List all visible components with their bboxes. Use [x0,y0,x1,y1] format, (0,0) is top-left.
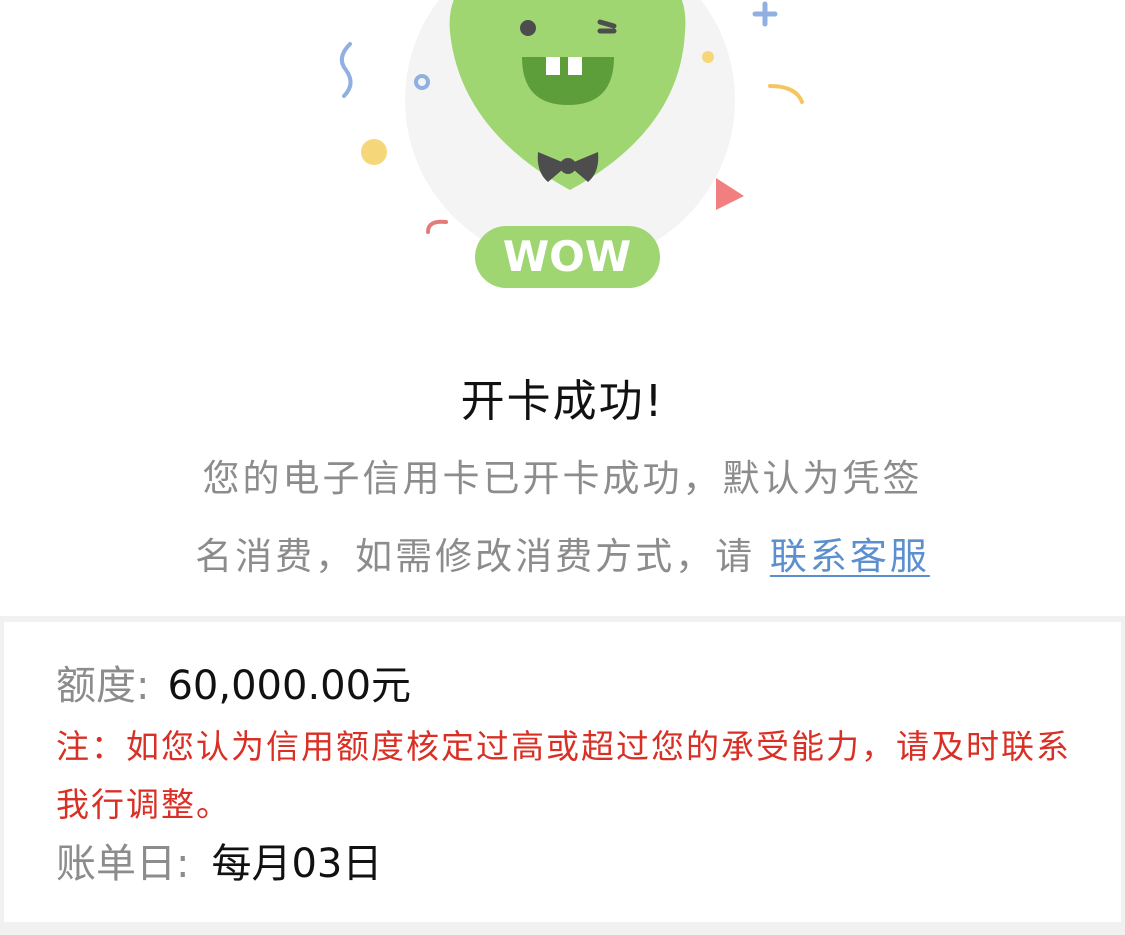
confetti-plus [752,1,778,27]
success-description-line1: 您的电子信用卡已开卡成功，默认为凭签 [202,457,923,500]
bill-day-label: 账单日: [56,841,190,887]
card-info-panel: 额度: 60,000.00元 注：如您认为信用额度核定过高或超过您的承受能力，请及… [4,622,1121,922]
success-description-line2: 名消费，如需修改消费方式，请 联系客服 [0,532,1125,582]
risk-notice: 注：如您认为信用额度核定过高或超过您的承受能力，请及时联系我行调整。 [56,727,1071,824]
wow-badge-text: WOW [503,232,631,281]
confetti-triangle [716,178,744,210]
success-title: 开卡成功! [460,376,665,427]
wow-balloon-illustration: WOW [339,0,804,288]
result-section: WOW 开卡成功! 您的电子信用卡已开卡成功，默认为凭签 名消费，如需修改消费方… [0,0,1125,616]
mascot-eye-left [520,20,536,36]
description-text: 名消费，如需修改消费方式，请 [195,535,770,578]
confetti-dot-small [702,51,714,63]
confetti-arc-red [426,219,448,234]
confetti-squiggle [339,42,353,98]
mascot-tooth-right [568,57,582,75]
confetti-dot-yellow [361,139,387,165]
credit-limit-label: 额度: [56,663,150,709]
contact-service-link[interactable]: 联系客服 [770,535,930,578]
credit-limit-value: 60,000.00元 [167,663,412,709]
credit-limit-row: 额度: 60,000.00元 [56,660,411,712]
confetti-arc-yellow [768,84,804,104]
bill-day-row: 账单日: 每月03日 [56,838,382,890]
bill-day-value: 每月03日 [211,841,383,887]
mascot-tooth-left [546,57,560,75]
bow-tie-knot [560,158,576,174]
